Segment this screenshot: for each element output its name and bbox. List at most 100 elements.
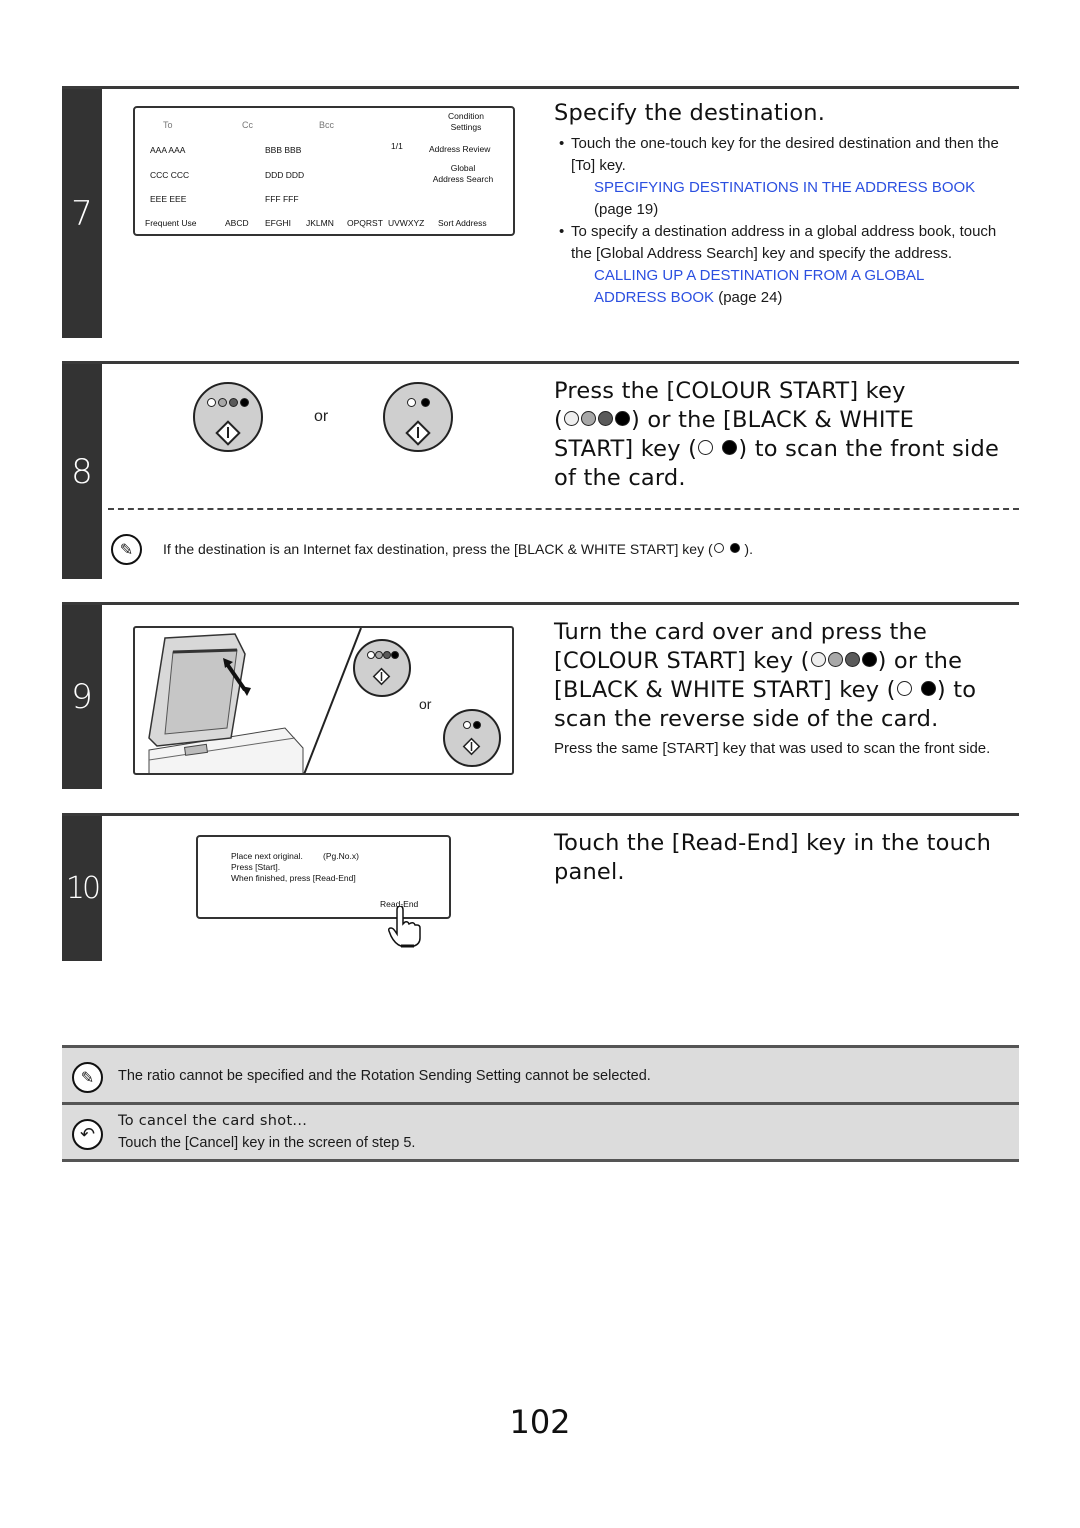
step-title: Press the [COLOUR START] key () or the [… xyxy=(554,378,1000,491)
title-line: panel. xyxy=(554,859,625,885)
step-title: Touch the [Read-End] key in the touch pa… xyxy=(554,829,991,887)
address-review-button[interactable]: Address Review xyxy=(429,144,490,154)
page-number: 102 xyxy=(509,1403,571,1441)
step-7: 7 To Cc Bcc Condition Settings 1/1 Addre… xyxy=(62,86,1019,338)
title-line: ) or the [BLACK & WHITE xyxy=(630,407,915,433)
bullet-text: Touch the one-touch key for the desired … xyxy=(571,135,999,174)
led-icon xyxy=(861,652,877,667)
title-line: Touch the [Read-End] key in the touch xyxy=(554,830,992,856)
address-entry[interactable]: AAA AAA xyxy=(150,145,185,155)
led-icon xyxy=(597,411,613,426)
address-entry[interactable]: FFF FFF xyxy=(265,194,299,204)
global-address-search-button[interactable]: Global Address Search xyxy=(427,163,499,185)
colour-led-indicator xyxy=(195,398,261,407)
panel-message: Press [Start]. xyxy=(231,862,281,872)
led-icon xyxy=(207,398,216,407)
tab-cc[interactable]: Cc xyxy=(242,120,253,130)
led-icon xyxy=(563,411,579,426)
note-text-part: If the destination is an Internet fax de… xyxy=(163,541,713,557)
address-entry[interactable]: CCC CCC xyxy=(150,170,189,180)
panel-message: Place next original. xyxy=(231,851,303,861)
scanner-svg xyxy=(148,628,501,773)
info-note: ✎ The ratio cannot be specified and the … xyxy=(62,1045,1019,1103)
pencil-note-icon: ✎ xyxy=(111,534,142,565)
step-8: 8 or Press the [COLOUR START] key () or … xyxy=(62,361,1019,579)
led-icon xyxy=(713,543,724,554)
address-entry[interactable]: EEE EEE xyxy=(150,194,186,204)
black-white-start-key xyxy=(443,709,501,767)
condition-label-1: Condition xyxy=(448,111,484,121)
led-icon xyxy=(729,543,740,554)
index-tab-frequent-use[interactable]: Frequent Use xyxy=(145,218,197,228)
pointing-hand-icon xyxy=(388,906,421,948)
title-line: START] key ( xyxy=(554,436,698,462)
led-icon xyxy=(722,440,738,455)
return-arrow-icon: ↶ xyxy=(72,1119,103,1150)
led-icon xyxy=(580,411,596,426)
title-line: [BLACK & WHITE START] key ( xyxy=(554,677,896,703)
page-hint: (Pg.No.x) xyxy=(323,851,359,861)
reference-link[interactable]: SPECIFYING DESTINATIONS IN THE ADDRESS B… xyxy=(594,179,975,196)
index-tab[interactable]: EFGHI xyxy=(265,218,291,228)
index-tab[interactable]: OPQRST xyxy=(347,218,383,228)
step-number: 8 xyxy=(62,364,102,579)
cancel-note: ↶ To cancel the card shot... Touch the [… xyxy=(62,1102,1019,1162)
start-icon-bar xyxy=(417,427,419,438)
colour-start-key[interactable] xyxy=(193,382,263,452)
index-tab[interactable]: JKLMN xyxy=(306,218,334,228)
or-label: or xyxy=(314,408,329,425)
black-white-start-key[interactable] xyxy=(383,382,453,452)
step-number: 7 xyxy=(62,89,102,338)
bullet-item: To specify a destination address in a gl… xyxy=(554,221,1014,265)
index-tab[interactable]: ABCD xyxy=(225,218,249,228)
start-icon-bar xyxy=(227,427,229,438)
condition-settings-button[interactable]: Condition Settings xyxy=(433,111,499,133)
led-icon xyxy=(896,681,912,696)
reference-link[interactable]: ADDRESS BOOK xyxy=(594,289,714,306)
pencil-note-icon: ✎ xyxy=(72,1062,103,1093)
title-line: scan the reverse side of the card. xyxy=(554,706,939,732)
led-icon xyxy=(614,411,630,426)
condition-label-2: Settings xyxy=(450,122,482,132)
title-line: ) to xyxy=(936,677,977,703)
tab-bcc[interactable]: Bcc xyxy=(319,120,334,130)
address-entry[interactable]: BBB BBB xyxy=(265,145,301,155)
step-instructions: Touch the one-touch key for the desired … xyxy=(554,133,1014,309)
step-number: 10 xyxy=(62,816,102,961)
led-icon xyxy=(844,652,860,667)
note-text: If the destination is an Internet fax de… xyxy=(163,541,753,557)
led-icon xyxy=(240,398,249,407)
tab-to[interactable]: To xyxy=(163,120,173,130)
cross-reference: CALLING UP A DESTINATION FROM A GLOBAL A… xyxy=(554,265,1014,309)
page-indicator: 1/1 xyxy=(391,141,403,151)
led-icon xyxy=(229,398,238,407)
scanner-illustration: or xyxy=(133,626,514,775)
note-text: Touch the [Cancel] key in the screen of … xyxy=(118,1135,416,1151)
reference-link[interactable]: CALLING UP A DESTINATION FROM A GLOBAL xyxy=(594,267,924,284)
note-text: The ratio cannot be specified and the Ro… xyxy=(118,1068,651,1084)
title-line: Turn the card over and press the xyxy=(554,619,927,645)
title-line: of the card. xyxy=(554,465,686,491)
step-body: Press the same [START] key that was used… xyxy=(554,740,991,757)
step-title: Specify the destination. xyxy=(554,100,826,126)
led-icon xyxy=(827,652,843,667)
index-tab[interactable]: UVWXYZ xyxy=(388,218,424,228)
cross-reference: SPECIFYING DESTINATIONS IN THE ADDRESS B… xyxy=(554,177,1014,221)
global-label-2: Address Search xyxy=(432,174,494,184)
step-number: 9 xyxy=(62,605,102,789)
page-reference: (page 19) xyxy=(594,201,659,218)
title-line: ) to scan the front side xyxy=(738,436,1000,462)
bullet-item: Touch the one-touch key for the desired … xyxy=(554,133,1014,177)
dashed-divider xyxy=(108,508,1019,510)
step-10: 10 Place next original. (Pg.No.x) Press … xyxy=(62,813,1019,961)
bullet-text: To specify a destination address in a gl… xyxy=(571,223,997,262)
led-icon xyxy=(810,652,826,667)
title-line: Press the [COLOUR START] key xyxy=(554,378,906,404)
sort-address-button[interactable]: Sort Address xyxy=(438,218,487,228)
global-label-1: Global xyxy=(450,163,476,173)
led-icon xyxy=(218,398,227,407)
address-entry[interactable]: DDD DDD xyxy=(265,170,304,180)
address-book-panel: To Cc Bcc Condition Settings 1/1 Address… xyxy=(133,106,515,236)
or-label: or xyxy=(419,696,432,712)
bw-led-indicator xyxy=(385,398,451,407)
